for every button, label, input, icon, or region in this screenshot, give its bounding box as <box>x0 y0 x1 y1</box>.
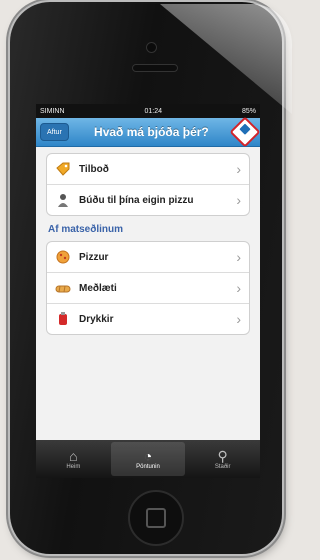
screen-glare <box>160 4 292 114</box>
tab-order[interactable]: ◔ Pöntunin <box>110 442 186 476</box>
sides-icon <box>55 280 71 296</box>
drink-icon <box>55 311 71 327</box>
battery-label: 85% <box>241 107 256 115</box>
tab-label: Heim <box>66 464 81 470</box>
carrier-label: SIMINN <box>40 107 65 115</box>
menu-row-offers[interactable]: Tilboð › <box>47 154 249 185</box>
menu-row-pizzas[interactable]: Pizzur › <box>47 242 249 273</box>
navigation-bar: Aftur Hvað má bjóða þér? <box>36 116 260 148</box>
menu-row-label: Tilboð <box>79 163 109 175</box>
menu-row-label: Pizzur <box>79 251 109 263</box>
earpiece-speaker <box>132 64 178 72</box>
chevron-right-icon: › <box>236 280 241 296</box>
location-icon: ⚲ <box>217 448 228 464</box>
menu-row-label: Meðlæti <box>79 282 117 294</box>
status-bar: SIMINN 01:24 85% <box>36 104 260 118</box>
home-icon: ⌂ <box>69 448 78 464</box>
timer-icon: ◔ <box>143 448 153 464</box>
section-heading: Af matseðlinum <box>48 224 124 235</box>
menu-row-sides[interactable]: Meðlæti › <box>47 273 249 304</box>
tag-icon <box>55 161 71 177</box>
menu-row-label: Drykkir <box>79 313 114 325</box>
front-camera <box>146 42 157 53</box>
chevron-right-icon: › <box>236 311 241 327</box>
back-button[interactable]: Aftur <box>40 123 69 141</box>
chevron-right-icon: › <box>236 249 241 265</box>
tab-locations[interactable]: ⚲ Staðir <box>185 440 260 478</box>
chef-icon <box>55 192 71 208</box>
menu-items-group: Pizzur › Meðlæti › Drykkir › <box>46 241 250 335</box>
tab-label: Staðir <box>214 464 231 470</box>
menu-content: Tilboð › Búðu til þína eigin pizzu › Af … <box>36 147 260 349</box>
tab-label: Pöntunin <box>136 464 160 470</box>
chevron-right-icon: › <box>236 161 241 177</box>
tab-bar: ⌂ Heim ◔ Pöntunin ⚲ Staðir <box>36 440 260 478</box>
status-time: 01:24 <box>144 107 162 115</box>
menu-row-drinks[interactable]: Drykkir › <box>47 304 249 334</box>
app-screen: SIMINN 01:24 85% Aftur Hvað má bjóða þér… <box>36 104 260 478</box>
top-menu-group: Tilboð › Búðu til þína eigin pizzu › <box>46 153 250 216</box>
page-title: Hvað má bjóða þér? <box>94 125 209 139</box>
home-button[interactable] <box>128 490 184 546</box>
pizza-icon <box>55 249 71 265</box>
tab-home[interactable]: ⌂ Heim <box>36 440 111 478</box>
menu-row-label: Búðu til þína eigin pizzu <box>79 194 194 206</box>
chevron-right-icon: › <box>236 192 241 208</box>
brand-logo-icon <box>229 116 260 148</box>
menu-row-build-pizza[interactable]: Búðu til þína eigin pizzu › <box>47 185 249 215</box>
